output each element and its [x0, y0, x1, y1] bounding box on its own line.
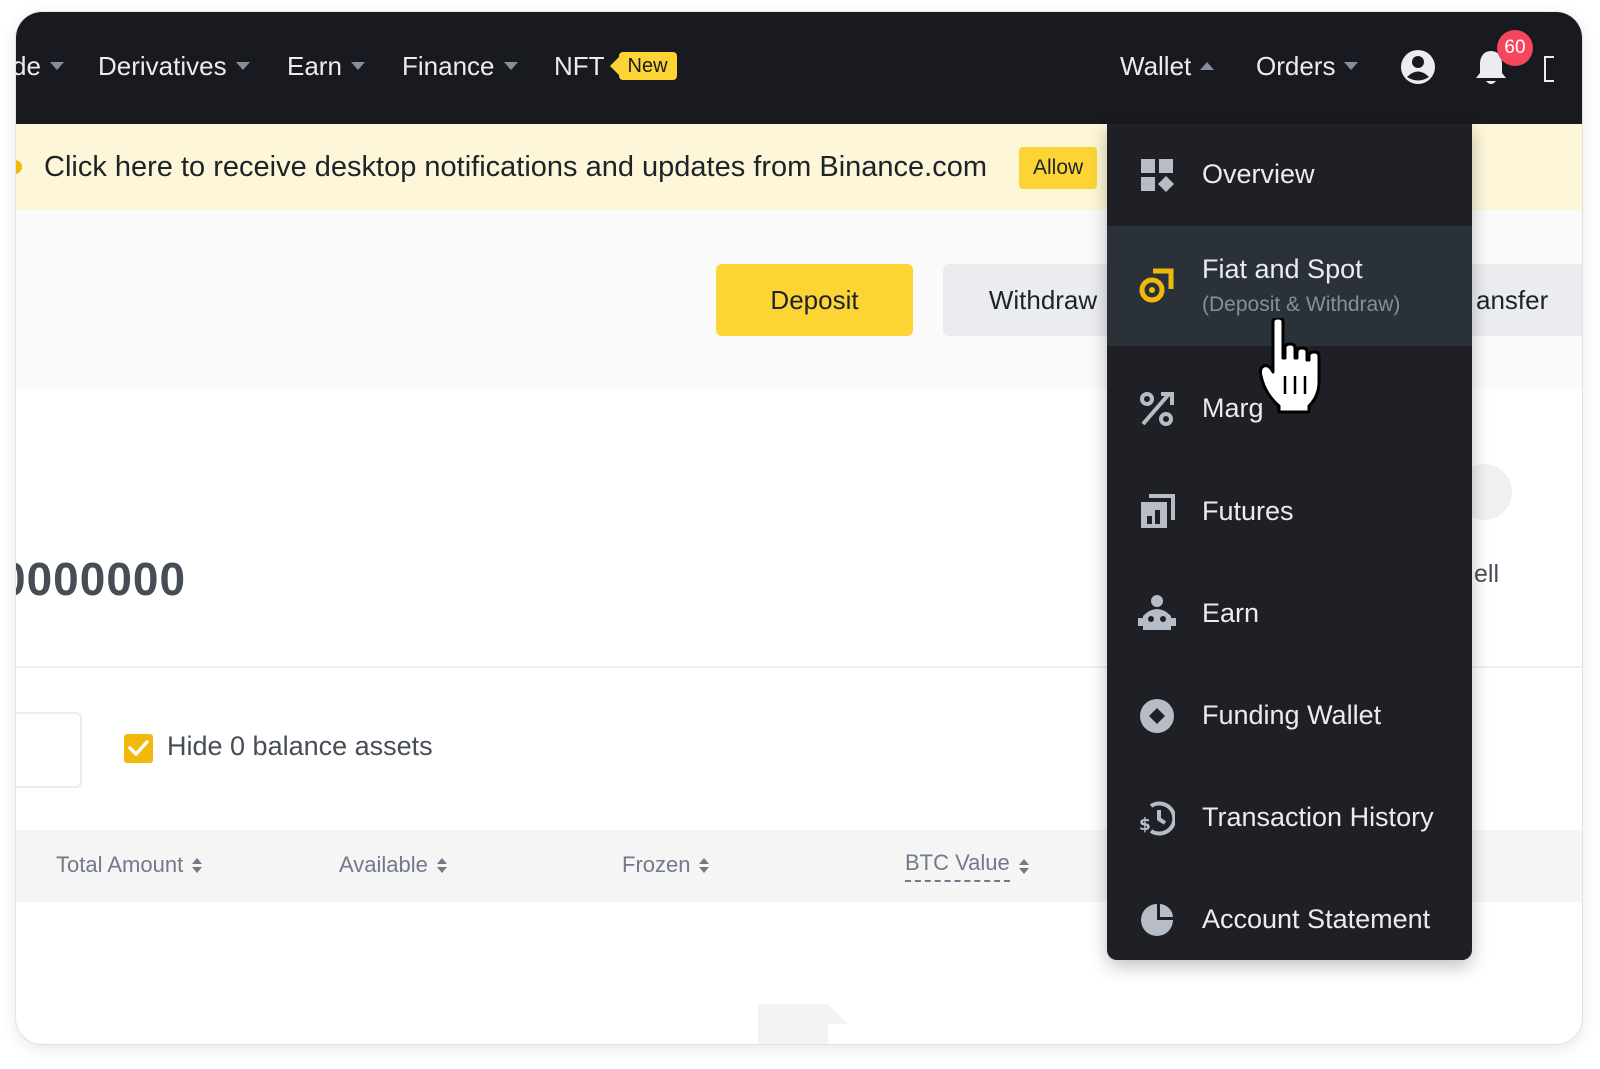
nav-derivatives[interactable]: Derivatives — [98, 48, 250, 84]
col-frozen-label: Frozen — [622, 852, 691, 877]
margin-percent-icon — [1140, 392, 1174, 426]
menu-label-futures: Futures — [1202, 496, 1294, 526]
col-btc-value-label: BTC Value — [905, 850, 1010, 882]
col-frozen[interactable]: Frozen — [622, 852, 710, 878]
sort-icon — [1018, 858, 1029, 874]
dashboard-grid-icon — [1141, 159, 1174, 192]
menu-item-overview[interactable]: Overview — [1107, 124, 1472, 226]
nav-earn[interactable]: Earn — [287, 48, 365, 84]
nav-nft-label: NFT — [554, 50, 605, 81]
partial-shape-tip — [828, 1004, 848, 1024]
checkmark-icon — [128, 740, 149, 756]
col-total-amount[interactable]: Total Amount — [56, 852, 203, 878]
wallet-dropdown-menu: Overview Fiat and Spot (Deposit & Withdr… — [1107, 124, 1472, 960]
deposit-button[interactable]: Deposit — [716, 264, 913, 336]
estimated-balance-value: 0000000 — [16, 553, 187, 605]
nav-trade-label: de — [16, 50, 41, 81]
menu-label-earn: Earn — [1202, 598, 1260, 628]
chevron-down-icon — [1344, 62, 1359, 70]
menu-label-funding-wallet: Funding Wallet — [1202, 700, 1382, 730]
chevron-up-icon — [1200, 62, 1215, 70]
fiat-spot-icon — [1139, 268, 1174, 303]
top-nav: de Derivatives Earn Finance NFT New Wall… — [16, 12, 1582, 124]
pie-statement-icon — [1141, 904, 1173, 936]
menu-item-account-statement[interactable]: Account Statement — [1107, 856, 1472, 960]
banner-dot-icon — [16, 160, 22, 174]
sort-icon — [699, 857, 710, 873]
search-input[interactable] — [16, 712, 82, 788]
nav-derivatives-label: Derivatives — [98, 50, 227, 81]
menu-sublabel-fiat-and-spot: (Deposit & Withdraw) — [1202, 293, 1401, 316]
menu-item-futures[interactable]: Futures — [1107, 448, 1472, 550]
menu-item-transaction-history[interactable]: $ Transaction History — [1107, 754, 1472, 856]
earn-robot-icon — [1138, 595, 1176, 630]
chevron-down-icon — [503, 62, 518, 70]
notification-count-badge: 60 — [1497, 30, 1533, 66]
user-circle-icon[interactable] — [1399, 48, 1437, 86]
nav-wallet-label: Wallet — [1120, 50, 1192, 81]
hide-zero-label[interactable]: Hide 0 balance assets — [167, 731, 433, 762]
hand-cursor-icon — [1259, 318, 1321, 414]
col-available[interactable]: Available — [339, 852, 447, 878]
menu-label-overview: Overview — [1202, 159, 1315, 189]
nav-wallet[interactable]: Wallet — [1120, 48, 1215, 84]
chevron-down-icon — [49, 62, 64, 70]
app-frame: de Derivatives Earn Finance NFT New Wall… — [16, 12, 1582, 1044]
svg-text:$: $ — [1139, 815, 1151, 835]
menu-label-margin: Marg — [1202, 393, 1264, 423]
nav-earn-label: Earn — [287, 50, 342, 81]
banner-text: Click here to receive desktop notificati… — [44, 151, 987, 183]
nav-orders-label: Orders — [1256, 50, 1336, 81]
funding-diamond-icon — [1140, 699, 1174, 733]
sort-icon — [436, 857, 447, 873]
col-total-amount-label: Total Amount — [56, 852, 184, 877]
nav-finance-label: Finance — [402, 50, 495, 81]
chevron-down-icon — [235, 62, 250, 70]
menu-item-earn[interactable]: Earn — [1107, 550, 1472, 652]
chevron-down-icon — [350, 62, 365, 70]
menu-label-fiat-and-spot: Fiat and Spot — [1202, 254, 1363, 284]
col-btc-value[interactable]: BTC Value — [905, 850, 1029, 882]
col-available-label: Available — [339, 852, 428, 877]
nav-nft[interactable]: NFT New — [554, 48, 677, 84]
menu-label-account-statement: Account Statement — [1202, 904, 1431, 934]
partial-shape — [758, 1004, 828, 1044]
hide-zero-checkbox[interactable] — [124, 734, 153, 763]
allow-button[interactable]: Allow — [1019, 147, 1098, 189]
nav-orders[interactable]: Orders — [1256, 48, 1359, 84]
nav-trade[interactable]: de — [16, 48, 64, 84]
futures-icon — [1141, 494, 1175, 528]
sort-icon — [192, 857, 203, 873]
nav-finance[interactable]: Finance — [402, 48, 518, 84]
download-icon[interactable] — [1544, 56, 1554, 82]
sell-label[interactable]: ell — [1474, 560, 1499, 589]
history-dollar-icon: $ — [1139, 801, 1175, 836]
menu-label-transaction-history: Transaction History — [1202, 802, 1434, 832]
menu-item-funding-wallet[interactable]: Funding Wallet — [1107, 652, 1472, 754]
new-badge: New — [609, 52, 677, 80]
